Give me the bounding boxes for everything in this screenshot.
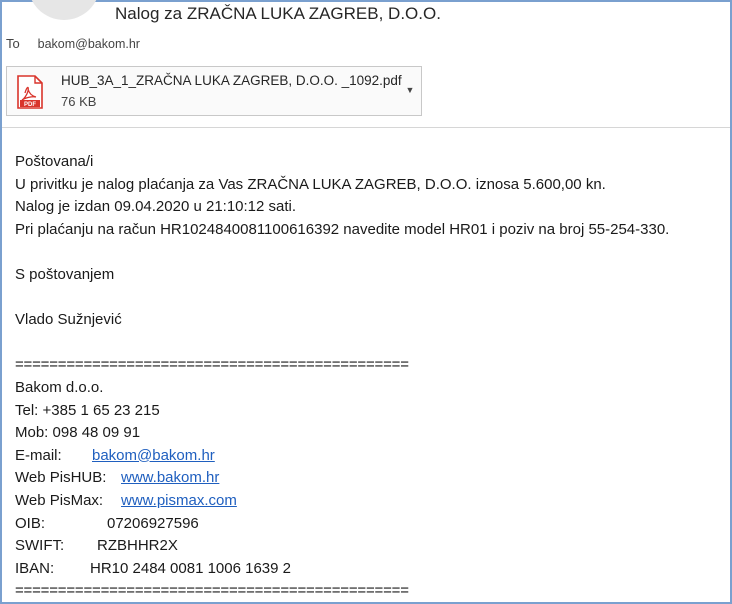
signature-mob: Mob: 098 48 09 91 bbox=[15, 424, 141, 442]
signature-swift-value: RZBHHR2X bbox=[97, 537, 178, 555]
signature-web-pishub-link[interactable]: www.bakom.hr bbox=[121, 469, 219, 486]
signature-company: Bakom d.o.o. bbox=[15, 378, 104, 396]
attachment-file-size: 76 KB bbox=[61, 94, 97, 109]
signature-separator-top: ========================================… bbox=[15, 356, 409, 374]
signature-email-row: E-mail: bakom@bakom.hr bbox=[15, 445, 669, 468]
signature-web-pismax-link[interactable]: www.pismax.com bbox=[121, 492, 237, 509]
signature-web-pismax-row: Web PisMax: www.pismax.com bbox=[15, 490, 669, 513]
closing: S poštovanjem bbox=[15, 265, 115, 283]
recipient-address[interactable]: bakom@bakom.hr bbox=[38, 37, 140, 51]
to-label: To bbox=[6, 36, 20, 51]
chevron-down-icon[interactable]: ▼ bbox=[405, 85, 415, 95]
signature-iban-label: IBAN: bbox=[15, 559, 55, 577]
to-row: To bakom@bakom.hr bbox=[6, 36, 140, 51]
greeting: Poštovana/i bbox=[15, 153, 94, 170]
signature-oib-label: OIB: bbox=[15, 514, 46, 532]
signature-oib-value: 07206927596 bbox=[107, 514, 199, 532]
header-divider bbox=[2, 127, 730, 128]
signature-oib-row: OIB: 07206927596 bbox=[15, 513, 669, 536]
signature-swift-row: SWIFT: RZBHHR2X bbox=[15, 535, 669, 558]
signature-swift-label: SWIFT: bbox=[15, 537, 65, 555]
message-line-2: Nalog je izdan 09.04.2020 u 21:10:12 sat… bbox=[15, 198, 297, 216]
message-line-3: Pri plaćanju na račun HR1024840081100616… bbox=[15, 220, 670, 238]
signature-email-link[interactable]: bakom@bakom.hr bbox=[92, 447, 215, 464]
signature-web-pismax-label: Web PisMax: bbox=[15, 491, 104, 509]
signature-iban-value: HR10 2484 0081 1006 1639 2 bbox=[90, 559, 292, 577]
signature-email-label: E-mail: bbox=[15, 446, 62, 464]
message-line-1: U privitku je nalog plaćanja za Vas ZRAČ… bbox=[15, 175, 606, 193]
email-subject: Nalog za ZRAČNA LUKA ZAGREB, D.O.O. bbox=[115, 4, 441, 23]
message-body: Poštovana/i U privitku je nalog plaćanja… bbox=[15, 151, 669, 603]
signature-tel: Tel: +385 1 65 23 215 bbox=[15, 401, 160, 419]
attachment-file-name[interactable]: HUB_3A_1_ZRAČNA LUKA ZAGREB, D.O.O. _109… bbox=[61, 73, 402, 88]
pdf-icon: PDF bbox=[17, 75, 43, 109]
signature-iban-row: IBAN: HR10 2484 0081 1006 1639 2 bbox=[15, 558, 669, 581]
signature-web-pishub-row: Web PisHUB: www.bakom.hr bbox=[15, 467, 669, 490]
attachment-card[interactable]: PDF HUB_3A_1_ZRAČNA LUKA ZAGREB, D.O.O. … bbox=[6, 66, 422, 116]
sender-name: Vlado Sužnjević bbox=[15, 311, 122, 329]
signature-web-pishub-label: Web PisHUB: bbox=[15, 469, 107, 487]
pdf-icon-label: PDF bbox=[24, 102, 36, 108]
signature-separator-bottom: ========================================… bbox=[15, 582, 409, 600]
